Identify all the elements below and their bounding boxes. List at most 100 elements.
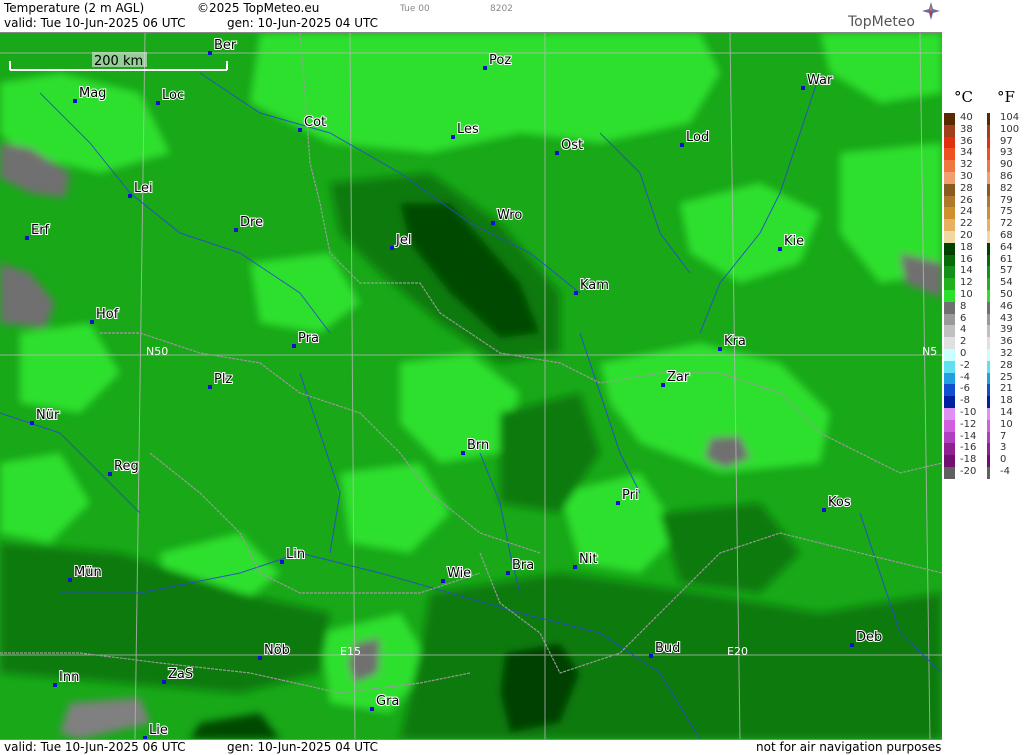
city-dot — [441, 579, 445, 583]
legend-label-fahrenheit: 97 — [1000, 135, 1013, 147]
city-label: Loc — [162, 88, 184, 103]
city-dot — [801, 86, 805, 90]
legend-swatch-celsius — [944, 266, 955, 279]
legend-label-fahrenheit: 7 — [1000, 430, 1007, 442]
city-dot — [258, 656, 262, 660]
city-label: Erf — [31, 223, 50, 238]
legend-swatch-celsius — [944, 195, 955, 208]
disclaimer-text: not for air navigation purposes — [756, 740, 942, 754]
legend-swatch-fahrenheit — [987, 408, 990, 420]
legend-label-fahrenheit: 61 — [1000, 253, 1013, 265]
legend-label-fahrenheit: 100 — [1000, 123, 1020, 135]
legend-label-celsius: 20 — [960, 230, 973, 241]
legend-swatch-celsius — [944, 148, 955, 161]
legend-swatch-fahrenheit — [987, 396, 990, 408]
city-label: Poz — [489, 53, 511, 68]
copyright-text: ©2025 TopMeteo.eu — [197, 1, 320, 15]
city-label: Kos — [828, 495, 851, 510]
city-label: Nür — [36, 408, 60, 423]
city-label: Pra — [298, 331, 319, 346]
legend-swatch-celsius — [944, 313, 955, 326]
product-code: 8202 — [490, 4, 513, 14]
legend-swatch-fahrenheit — [987, 360, 990, 373]
city-label: Plz — [214, 372, 232, 387]
legend-swatch-celsius — [944, 136, 955, 149]
temperature-legend: °C °F 40 104 38 100 36 97 34 93 32 90 30 86 28 82 26 79… — [942, 0, 1033, 754]
legend-label-celsius: 4 — [960, 324, 967, 336]
legend-label-fahrenheit: 75 — [1000, 206, 1013, 218]
legend-swatch-fahrenheit — [987, 301, 990, 314]
city-dot — [30, 421, 34, 425]
city-label: Reg — [114, 459, 139, 474]
legend-swatch-celsius — [944, 384, 955, 397]
legend-label-celsius: 36 — [960, 135, 973, 147]
legend-swatch-fahrenheit — [987, 183, 990, 196]
legend-label-celsius: 24 — [960, 206, 973, 218]
legend-label-fahrenheit: 43 — [1000, 312, 1013, 324]
city-marker-mag: Mag — [73, 85, 107, 103]
legend-swatch-fahrenheit — [987, 325, 990, 338]
legend-label-celsius: -4 — [960, 371, 970, 383]
legend-swatch-celsius — [944, 219, 955, 231]
legend-swatch-celsius — [944, 183, 955, 196]
legend-swatch-fahrenheit — [987, 254, 990, 267]
legend-label-fahrenheit: 18 — [1000, 395, 1013, 407]
city-label: Cot — [304, 115, 326, 130]
city-marker-kam: Kam — [574, 277, 610, 295]
city-label: Mün — [74, 565, 102, 580]
legend-swatch-fahrenheit — [987, 231, 990, 243]
city-dot — [616, 501, 620, 505]
city-label: Lei — [134, 181, 153, 196]
city-dot — [73, 99, 77, 103]
legend-label-fahrenheit: 86 — [1000, 171, 1013, 182]
legend-label-celsius: -6 — [960, 383, 970, 395]
legend-swatch-fahrenheit — [987, 136, 990, 149]
legend-swatch-fahrenheit — [987, 337, 990, 349]
city-label: Bud — [655, 641, 680, 656]
city-dot — [506, 571, 510, 575]
legend-label-celsius: 16 — [960, 253, 973, 265]
legend-swatch-fahrenheit — [987, 124, 990, 137]
generation-time: gen: 10-Jun-2025 04 UTC — [227, 16, 379, 30]
legend-swatch-celsius — [944, 242, 955, 255]
city-dot — [156, 101, 160, 105]
legend-label-fahrenheit: 90 — [1000, 159, 1013, 171]
city-label: Nit — [579, 552, 597, 567]
map-header: Temperature (2 m AGL) ©2025 TopMeteo.eu … — [0, 0, 942, 33]
legend-swatch-celsius — [944, 278, 955, 290]
legend-swatch-fahrenheit — [987, 443, 990, 456]
legend-label-fahrenheit: 32 — [1000, 348, 1013, 359]
city-dot — [25, 236, 29, 240]
map-title: Temperature (2 m AGL) — [4, 1, 145, 15]
legend-label-fahrenheit: 28 — [1000, 359, 1013, 371]
legend-label-fahrenheit: 39 — [1000, 324, 1013, 336]
forecast-time-tab[interactable]: Tue 00 — [400, 4, 430, 14]
legend-swatch-fahrenheit — [987, 372, 990, 385]
city-dot — [128, 194, 132, 198]
legend-swatch-celsius — [944, 124, 955, 137]
legend-swatch-celsius — [944, 160, 955, 172]
legend-label-celsius: 26 — [960, 194, 973, 206]
legend-label-fahrenheit: 21 — [1000, 383, 1013, 395]
legend-label-fahrenheit: 25 — [1000, 371, 1013, 383]
city-label: Bra — [512, 558, 534, 573]
city-dot — [778, 247, 782, 251]
city-dot — [280, 560, 284, 564]
city-dot — [234, 228, 238, 232]
legend-label-fahrenheit: 68 — [1000, 230, 1013, 241]
temperature-map[interactable]: 200 km N50 N5 E15 E20 Ber Poz War Mag Loc Cot… — [0, 33, 942, 739]
legend-swatch-fahrenheit — [987, 349, 990, 361]
city-label: Lin — [286, 547, 305, 562]
legend-swatch-celsius — [944, 455, 955, 467]
legend-swatch-fahrenheit — [987, 290, 990, 302]
city-dot — [573, 565, 577, 569]
topmeteo-logo[interactable]: TopMeteo — [848, 14, 915, 30]
legend-label-fahrenheit: 104 — [1000, 112, 1020, 123]
city-dot — [483, 66, 487, 70]
legend-swatch-celsius — [944, 301, 955, 314]
city-label: Lie — [149, 723, 168, 738]
legend-swatch-celsius — [944, 207, 955, 220]
city-label: Kam — [580, 278, 609, 293]
city-dot — [390, 246, 394, 250]
city-dot — [461, 451, 465, 455]
